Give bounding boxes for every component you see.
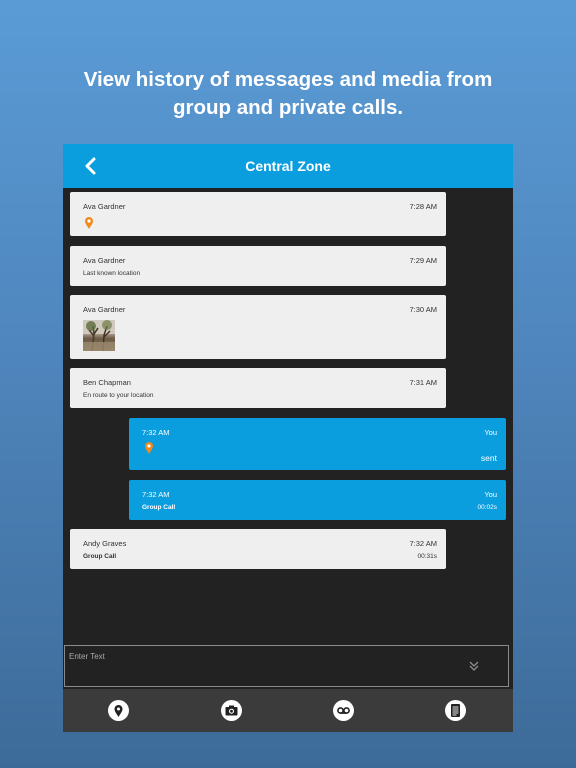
message-time: 7:29 AM (409, 256, 437, 265)
document-button[interactable] (445, 700, 466, 721)
voicemail-button[interactable] (333, 700, 354, 721)
message-sender: Ava Gardner (83, 256, 126, 265)
message-time: 7:30 AM (409, 305, 437, 314)
message-time: 7:31 AM (409, 378, 437, 387)
message-text: Group Call (83, 553, 117, 560)
message-status: sent (480, 453, 497, 463)
message-item[interactable]: Ava Gardner 7:28 AM (70, 192, 446, 236)
message-item-outgoing[interactable]: 7:32 AM You sent (129, 418, 506, 470)
message-text: Group Call (142, 504, 176, 511)
camera-icon (225, 705, 238, 716)
bottom-toolbar (63, 689, 513, 732)
message-sender: Ava Gardner (83, 305, 126, 314)
call-duration: 00:02s (477, 504, 497, 511)
message-time: 7:32 AM (409, 539, 437, 548)
location-pin-icon[interactable] (84, 216, 94, 230)
message-sender: Ben Chapman (83, 378, 131, 387)
message-composer (64, 645, 509, 687)
location-pin-icon (114, 705, 123, 717)
message-item[interactable]: Ava Gardner 7:29 AM Last known location (70, 246, 446, 286)
location-pin-icon[interactable] (144, 441, 154, 455)
message-item[interactable]: Ava Gardner 7:30 AM (70, 295, 446, 359)
headline-line-1: View history of messages and media from (83, 68, 493, 91)
message-item[interactable]: Andy Graves 7:32 AM Group Call 00:31s (70, 529, 446, 569)
message-item-outgoing[interactable]: 7:32 AM You Group Call 00:02s (129, 480, 506, 520)
message-input[interactable] (69, 649, 449, 663)
app-screen: Central Zone Ava Gardner 7:28 AM Ava Gar… (63, 144, 513, 732)
message-text: En route to your location (83, 392, 154, 399)
message-time: 7:28 AM (409, 202, 437, 211)
image-thumbnail[interactable] (83, 320, 115, 351)
send-location-button[interactable] (108, 700, 129, 721)
message-text: Last known location (83, 270, 141, 277)
message-sender: Ava Gardner (83, 202, 126, 211)
message-sender: You (484, 490, 497, 499)
double-chevron-down-icon[interactable] (468, 660, 480, 672)
top-bar: Central Zone (63, 144, 513, 188)
document-icon (451, 704, 460, 717)
message-time: 7:32 AM (142, 428, 170, 437)
page-title: Central Zone (245, 158, 331, 174)
message-sender: Andy Graves (83, 539, 127, 548)
camera-button[interactable] (221, 700, 242, 721)
headline-line-2: group and private calls. (172, 96, 404, 119)
voicemail-icon (337, 707, 350, 714)
message-time: 7:32 AM (142, 490, 170, 499)
headline: View history of messages and media from … (0, 66, 576, 122)
message-item[interactable]: Ben Chapman 7:31 AM En route to your loc… (70, 368, 446, 408)
call-duration: 00:31s (417, 553, 437, 560)
message-sender: You (484, 428, 497, 437)
